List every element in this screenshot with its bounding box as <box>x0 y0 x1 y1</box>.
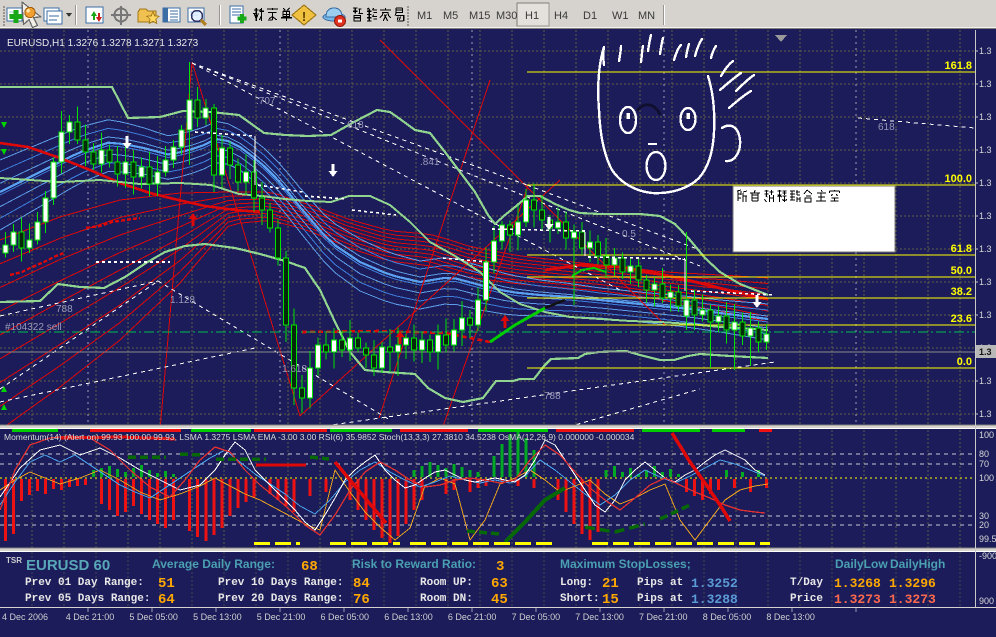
svg-text:W1: W1 <box>612 10 629 22</box>
svg-text:.841: .841 <box>420 157 440 168</box>
svg-text:!: ! <box>302 9 306 24</box>
svg-text:Pips at: Pips at <box>637 593 683 605</box>
svg-text:63: 63 <box>491 576 508 592</box>
svg-text:7 Dec 05:00: 7 Dec 05:00 <box>512 612 561 622</box>
svg-text:6 Dec 21:00: 6 Dec 21:00 <box>448 612 497 622</box>
svg-text:1.3: 1.3 <box>979 310 992 320</box>
svg-text:1.3: 1.3 <box>979 46 992 56</box>
svg-text:8 Dec 13:00: 8 Dec 13:00 <box>766 612 815 622</box>
svg-text:Prev 10 Days Range:: Prev 10 Days Range: <box>218 577 343 589</box>
svg-text:1.3273: 1.3273 <box>834 592 881 607</box>
svg-text:900: 900 <box>979 596 994 606</box>
svg-text:7 Dec 21:00: 7 Dec 21:00 <box>639 612 688 622</box>
svg-text:1.3: 1.3 <box>979 79 992 89</box>
svg-text:100: 100 <box>979 473 994 483</box>
svg-text:1.3: 1.3 <box>979 145 992 155</box>
svg-text:6 Dec 13:00: 6 Dec 13:00 <box>384 612 433 622</box>
svg-text:Room DN:: Room DN: <box>420 593 473 605</box>
svg-text:4 Dec 21:00: 4 Dec 21:00 <box>66 612 115 622</box>
svg-text:1.3273: 1.3273 <box>889 592 936 607</box>
svg-text:Long:: Long: <box>560 577 593 589</box>
svg-text:4 Dec 2006: 4 Dec 2006 <box>2 612 48 622</box>
svg-text:1.3: 1.3 <box>979 277 992 287</box>
svg-text:100.0: 100.0 <box>944 173 972 185</box>
svg-text:1.3: 1.3 <box>979 112 992 122</box>
svg-text:80: 80 <box>979 449 989 459</box>
svg-text:788: 788 <box>56 304 73 315</box>
svg-text:MN: MN <box>638 10 655 22</box>
svg-text:EURUSD,H1 1.3276 1.3278 1.327: EURUSD,H1 1.3276 1.3278 1.3271 1.3273 <box>7 38 199 49</box>
svg-text:23.6: 23.6 <box>951 313 972 325</box>
svg-text:68: 68 <box>301 559 318 575</box>
svg-text:5 Dec 05:00: 5 Dec 05:00 <box>129 612 178 622</box>
svg-text:1.3: 1.3 <box>979 244 992 254</box>
svg-text:45: 45 <box>491 592 508 608</box>
svg-text:M15: M15 <box>469 10 490 22</box>
svg-text:1.618: 1.618 <box>282 364 307 375</box>
svg-text:M30: M30 <box>496 10 517 22</box>
svg-text:0.0: 0.0 <box>957 356 972 368</box>
svg-text:Pips at: Pips at <box>637 577 683 589</box>
svg-text:Prev 01 Day Range:: Prev 01 Day Range: <box>25 577 144 589</box>
svg-text:-900: -900 <box>979 551 996 561</box>
svg-text:99.5: 99.5 <box>979 534 996 544</box>
svg-text:70: 70 <box>979 459 989 469</box>
svg-text:7 Dec 13:00: 7 Dec 13:00 <box>575 612 624 622</box>
svg-text:H1: H1 <box>525 10 539 22</box>
svg-text:1.128: 1.128 <box>170 295 195 306</box>
svg-text:0.5: 0.5 <box>622 229 636 240</box>
svg-text:1.3296: 1.3296 <box>889 576 936 591</box>
svg-text:1.3: 1.3 <box>979 211 992 221</box>
svg-text:1.3: 1.3 <box>979 178 992 188</box>
svg-text:618.: 618. <box>878 122 897 133</box>
svg-text:161.8: 161.8 <box>944 60 972 72</box>
svg-text:21: 21 <box>602 576 619 592</box>
svg-text:#104322 sell: #104322 sell <box>5 322 62 333</box>
svg-text:Maximum StopLosses;: Maximum StopLosses; <box>560 557 691 571</box>
svg-text:EURUSD 60: EURUSD 60 <box>26 557 110 574</box>
svg-text:788: 788 <box>544 391 561 402</box>
svg-text:M5: M5 <box>443 10 458 22</box>
svg-text:1.3: 1.3 <box>979 409 992 419</box>
svg-text:6 Dec 05:00: 6 Dec 05:00 <box>321 612 370 622</box>
svg-text:M1: M1 <box>417 10 432 22</box>
svg-text:H4: H4 <box>554 10 568 22</box>
svg-text:50.0: 50.0 <box>951 265 972 277</box>
svg-text:D1: D1 <box>583 10 597 22</box>
svg-text:.707: .707 <box>256 96 276 107</box>
svg-text:618: 618 <box>347 120 364 131</box>
svg-text:38.2: 38.2 <box>951 286 972 298</box>
svg-text:DailyLow: DailyLow <box>835 557 888 571</box>
svg-text:15: 15 <box>602 592 619 608</box>
svg-text:8 Dec 05:00: 8 Dec 05:00 <box>703 612 752 622</box>
svg-text:Momentum(14) (Alert on) 99.93: Momentum(14) (Alert on) 99.93 100.00 99.… <box>4 432 635 442</box>
svg-text:61.8: 61.8 <box>951 243 972 255</box>
svg-text:Prev 05 Days Range:: Prev 05 Days Range: <box>25 593 150 605</box>
svg-text:1.3268: 1.3268 <box>834 576 881 591</box>
svg-text:Price: Price <box>790 593 823 605</box>
svg-text:1.3288: 1.3288 <box>691 592 738 607</box>
svg-text:20: 20 <box>979 520 989 530</box>
svg-text:Risk to Reward Ratio:: Risk to Reward Ratio: <box>352 557 476 571</box>
svg-text:64: 64 <box>158 592 175 608</box>
svg-text:84: 84 <box>353 576 370 592</box>
svg-text:1.3: 1.3 <box>979 347 992 357</box>
svg-text:5 Dec 21:00: 5 Dec 21:00 <box>257 612 306 622</box>
svg-text:5 Dec 13:00: 5 Dec 13:00 <box>193 612 242 622</box>
svg-text:TSR: TSR <box>6 556 22 565</box>
svg-text:Short:: Short: <box>560 593 600 605</box>
svg-text:1.3: 1.3 <box>979 376 992 386</box>
svg-text:1.3252: 1.3252 <box>691 576 738 591</box>
svg-text:3: 3 <box>496 559 504 575</box>
svg-text:Prev 20 Days Range:: Prev 20 Days Range: <box>218 593 343 605</box>
svg-text:Room UP:: Room UP: <box>420 577 473 589</box>
svg-text:Average Daily Range:: Average Daily Range: <box>152 557 275 571</box>
svg-text:51: 51 <box>158 576 175 592</box>
svg-text:T/Day: T/Day <box>790 577 823 589</box>
svg-text:100: 100 <box>979 430 994 440</box>
svg-text:DailyHigh: DailyHigh <box>890 557 945 571</box>
svg-text:76: 76 <box>353 592 370 608</box>
